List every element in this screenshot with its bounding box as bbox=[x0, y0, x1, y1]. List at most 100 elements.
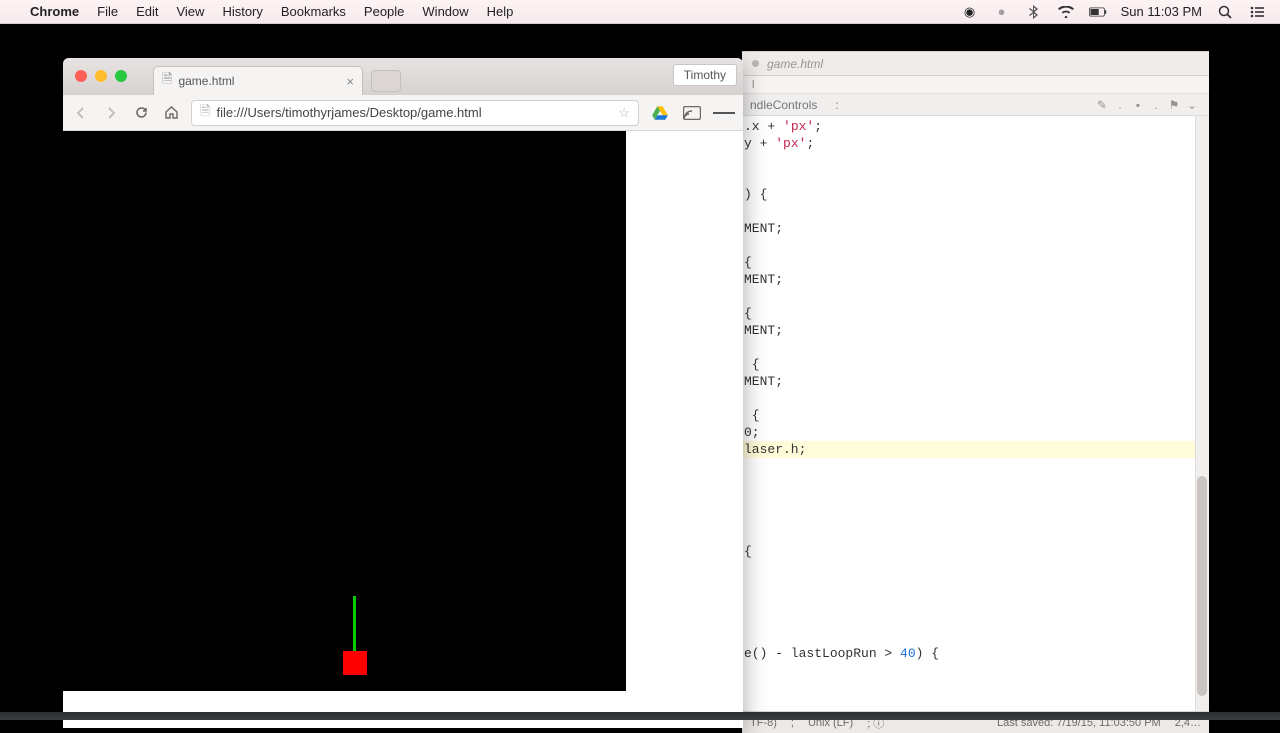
chrome-window: 🗎 game.html × Timothy 🗎 bbox=[63, 58, 743, 728]
menu-bookmarks[interactable]: Bookmarks bbox=[281, 4, 346, 19]
screen-record-icon[interactable]: ◉ bbox=[961, 3, 979, 21]
code-line[interactable]: MENT; bbox=[742, 220, 1195, 237]
menu-window[interactable]: Window bbox=[422, 4, 468, 19]
code-line[interactable]: .x + 'px'; bbox=[742, 118, 1195, 135]
editor-tab[interactable]: game.html bbox=[767, 57, 823, 71]
editor-function-bar: ndleControls : ✎ . ▪ . ⚑ ⌄ bbox=[742, 94, 1209, 116]
menubar-clock[interactable]: Sun 11:03 PM bbox=[1121, 4, 1202, 19]
flag-icon[interactable]: ⚑ bbox=[1165, 98, 1183, 112]
laser-sprite bbox=[353, 596, 356, 651]
code-line[interactable] bbox=[742, 203, 1195, 220]
menu-file[interactable]: File bbox=[97, 4, 118, 19]
code-line[interactable] bbox=[742, 458, 1195, 475]
code-line[interactable] bbox=[742, 492, 1195, 509]
code-line[interactable] bbox=[742, 560, 1195, 577]
editor-window: game.html l ndleControls : ✎ . ▪ . ⚑ ⌄ .… bbox=[742, 51, 1209, 733]
cast-icon[interactable] bbox=[681, 102, 703, 124]
chrome-toolbar: 🗎 file:///Users/timothyrjames/Desktop/ga… bbox=[63, 95, 743, 131]
code-line[interactable]: { bbox=[742, 543, 1195, 560]
code-line[interactable]: { bbox=[742, 254, 1195, 271]
close-tab-icon[interactable]: × bbox=[346, 74, 354, 89]
wifi-icon[interactable] bbox=[1057, 3, 1075, 21]
bookmark-star-icon[interactable]: ☆ bbox=[618, 105, 630, 121]
dot-icon[interactable]: . bbox=[1111, 98, 1129, 112]
home-button[interactable] bbox=[161, 103, 181, 123]
site-info-icon[interactable]: 🗎 bbox=[200, 102, 210, 124]
code-line[interactable] bbox=[742, 577, 1195, 594]
app-menu[interactable]: Chrome bbox=[30, 4, 79, 19]
code-line[interactable] bbox=[742, 594, 1195, 611]
forward-button[interactable] bbox=[101, 103, 121, 123]
bluetooth-icon[interactable] bbox=[1025, 3, 1043, 21]
chrome-menu-button[interactable] bbox=[713, 102, 735, 124]
code-line[interactable] bbox=[742, 475, 1195, 492]
window-controls bbox=[75, 70, 127, 82]
code-line[interactable] bbox=[742, 339, 1195, 356]
file-icon: 🗎 bbox=[162, 70, 172, 92]
code-line[interactable]: { bbox=[742, 407, 1195, 424]
code-line[interactable] bbox=[742, 288, 1195, 305]
code-line[interactable] bbox=[742, 662, 1195, 679]
minimize-window-button[interactable] bbox=[95, 70, 107, 82]
code-line[interactable] bbox=[742, 526, 1195, 543]
stack-icon[interactable]: ▪ bbox=[1129, 98, 1147, 112]
dirty-dot-icon bbox=[752, 60, 759, 67]
dot2-icon[interactable]: . bbox=[1147, 98, 1165, 112]
code-line[interactable] bbox=[742, 509, 1195, 526]
code-line[interactable] bbox=[742, 169, 1195, 186]
code-line[interactable] bbox=[742, 628, 1195, 645]
browser-tab[interactable]: 🗎 game.html × bbox=[153, 66, 363, 95]
code-editor[interactable]: .x + 'px';y + 'px'; ) { MENT; {MENT; {ME… bbox=[742, 116, 1195, 711]
dock[interactable] bbox=[0, 712, 1280, 720]
code-line[interactable] bbox=[742, 237, 1195, 254]
menu-help[interactable]: Help bbox=[487, 4, 514, 19]
google-drive-icon[interactable] bbox=[649, 102, 671, 124]
code-line[interactable] bbox=[742, 679, 1195, 696]
editor-tab-row: game.html bbox=[742, 52, 1209, 76]
code-line[interactable] bbox=[742, 152, 1195, 169]
back-button[interactable] bbox=[71, 103, 91, 123]
reload-button[interactable] bbox=[131, 103, 151, 123]
game-stage[interactable] bbox=[63, 131, 626, 691]
address-bar[interactable]: 🗎 file:///Users/timothyrjames/Desktop/ga… bbox=[191, 100, 639, 126]
caret-icon[interactable]: ⌄ bbox=[1183, 98, 1201, 112]
new-tab-button[interactable] bbox=[371, 70, 401, 92]
editor-scrollbar[interactable] bbox=[1195, 116, 1209, 711]
mac-menubar: Chrome File Edit View History Bookmarks … bbox=[0, 0, 1280, 24]
editor-breadcrumb: l bbox=[742, 76, 1209, 94]
menu-extra-icon[interactable] bbox=[1248, 3, 1266, 21]
desktop: game.html l ndleControls : ✎ . ▪ . ⚑ ⌄ .… bbox=[0, 24, 1280, 720]
profile-button[interactable]: Timothy bbox=[673, 64, 737, 86]
close-window-button[interactable] bbox=[75, 70, 87, 82]
code-line[interactable]: y + 'px'; bbox=[742, 135, 1195, 152]
menu-people[interactable]: People bbox=[364, 4, 404, 19]
code-line[interactable]: e() - lastLoopRun > 40) { bbox=[742, 645, 1195, 662]
menu-view[interactable]: View bbox=[176, 4, 204, 19]
code-line[interactable] bbox=[742, 390, 1195, 407]
menu-history[interactable]: History bbox=[222, 4, 262, 19]
page-viewport bbox=[63, 131, 743, 728]
code-line[interactable]: 0; bbox=[742, 424, 1195, 441]
pencil-icon[interactable]: ✎ bbox=[1093, 98, 1111, 112]
code-line[interactable]: { bbox=[742, 305, 1195, 322]
battery-icon[interactable] bbox=[1089, 3, 1107, 21]
code-line[interactable]: laser.h; bbox=[742, 441, 1195, 458]
menu-edit[interactable]: Edit bbox=[136, 4, 158, 19]
breadcrumb-text: l bbox=[752, 79, 754, 91]
editor-scroll-thumb[interactable] bbox=[1197, 476, 1207, 696]
chrome-tab-strip: 🗎 game.html × Timothy bbox=[63, 58, 743, 95]
profile-name: Timothy bbox=[684, 68, 726, 82]
function-sep: : bbox=[835, 98, 838, 112]
zoom-window-button[interactable] bbox=[115, 70, 127, 82]
url-text: file:///Users/timothyrjames/Desktop/game… bbox=[216, 105, 481, 120]
code-line[interactable] bbox=[742, 611, 1195, 628]
code-line[interactable]: MENT; bbox=[742, 373, 1195, 390]
hero-sprite bbox=[343, 651, 367, 675]
code-line[interactable]: ) { bbox=[742, 186, 1195, 203]
code-line[interactable]: { bbox=[742, 356, 1195, 373]
code-line[interactable]: MENT; bbox=[742, 322, 1195, 339]
notifications-icon[interactable]: ● bbox=[993, 3, 1011, 21]
spotlight-icon[interactable] bbox=[1216, 3, 1234, 21]
code-line[interactable]: MENT; bbox=[742, 271, 1195, 288]
function-name[interactable]: ndleControls bbox=[750, 98, 817, 112]
